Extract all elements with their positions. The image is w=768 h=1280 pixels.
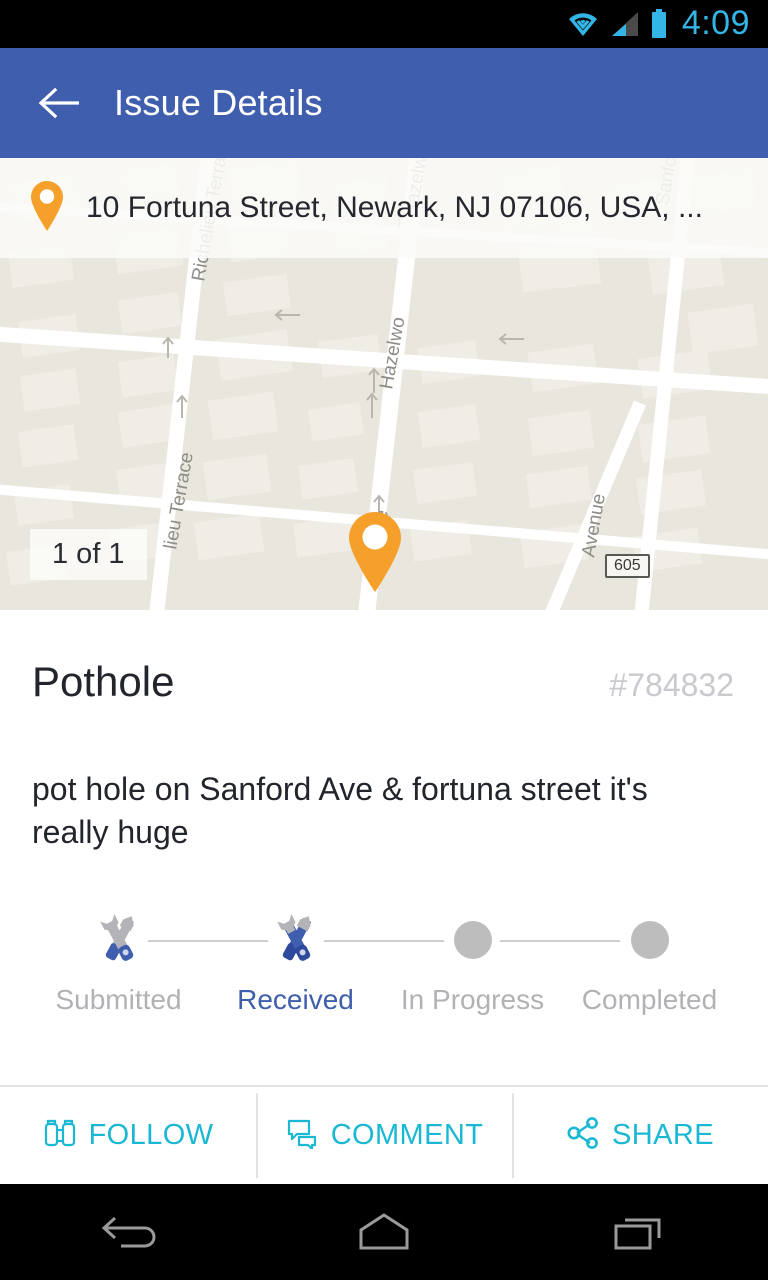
issue-title: Pothole: [32, 658, 175, 705]
status-bar-clock: 4:09: [681, 4, 750, 42]
stepper-connector: [148, 940, 268, 942]
step-submitted[interactable]: Submitted: [30, 910, 207, 1016]
address-text: 10 Fortuna Street, Newark, NJ 07106, USA…: [86, 191, 703, 224]
step-completed[interactable]: Completed: [561, 910, 738, 1016]
comment-label: COMMENT: [330, 1119, 484, 1151]
status-stepper: Submitted Received In Progress Completed: [0, 910, 768, 1016]
stepper-connector: [500, 940, 620, 942]
follow-button[interactable]: FOLLOW: [0, 1087, 256, 1184]
comment-button[interactable]: COMMENT: [256, 1087, 512, 1184]
binoculars-icon: [43, 1116, 77, 1155]
step-label: Received: [237, 984, 354, 1015]
page-title: Issue Details: [114, 82, 323, 123]
home-nav-icon[interactable]: [324, 1197, 444, 1267]
step-received[interactable]: Received: [207, 910, 384, 1016]
back-arrow-icon[interactable]: [36, 79, 84, 127]
address-bar[interactable]: 10 Fortuna Street, Newark, NJ 07106, USA…: [0, 158, 768, 258]
dot-icon: [453, 910, 492, 970]
route-shield: 605: [605, 554, 650, 578]
issue-description: pot hole on Sanford Ave & fortuna street…: [32, 771, 648, 851]
step-label: In Progress: [400, 984, 545, 1015]
address-pin-icon: [28, 179, 66, 238]
map-view[interactable]: Richelieu Terrace lieu Terrace Hazelwood…: [0, 158, 768, 610]
tools-icon: [264, 910, 328, 970]
tools-icon: [87, 910, 151, 970]
step-in-progress[interactable]: In Progress: [384, 910, 561, 1016]
map-pin-icon[interactable]: [345, 510, 405, 599]
battery-icon: [650, 9, 668, 39]
recents-nav-icon[interactable]: [580, 1197, 700, 1267]
share-label: SHARE: [612, 1119, 714, 1151]
phone-screen: 4:09 Issue Details lieu Terrace Hazelwo …: [0, 0, 768, 1280]
action-bar: FOLLOW COMMENT SHARE: [0, 1087, 768, 1184]
app-bar: Issue Details: [0, 48, 768, 158]
step-label: Submitted: [55, 984, 182, 1015]
wifi-icon: [566, 10, 600, 38]
android-nav-bar: [0, 1184, 768, 1280]
photo-count-badge: 1 of 1: [30, 529, 147, 580]
share-nodes-icon: [566, 1117, 600, 1154]
issue-id: #784832: [609, 667, 734, 703]
comment-bubbles-icon: [285, 1117, 319, 1154]
step-label: Completed: [581, 984, 718, 1015]
cell-signal-icon: [610, 10, 640, 38]
issue-header: Pothole #784832: [0, 610, 768, 706]
back-nav-icon[interactable]: [68, 1197, 188, 1267]
stepper-connector: [324, 940, 444, 942]
issue-content: Pothole #784832 pot hole on Sanford Ave …: [0, 610, 768, 1085]
dot-icon: [630, 910, 669, 970]
share-button[interactable]: SHARE: [512, 1087, 768, 1184]
follow-label: FOLLOW: [88, 1119, 214, 1151]
status-bar: 4:09: [0, 0, 768, 48]
